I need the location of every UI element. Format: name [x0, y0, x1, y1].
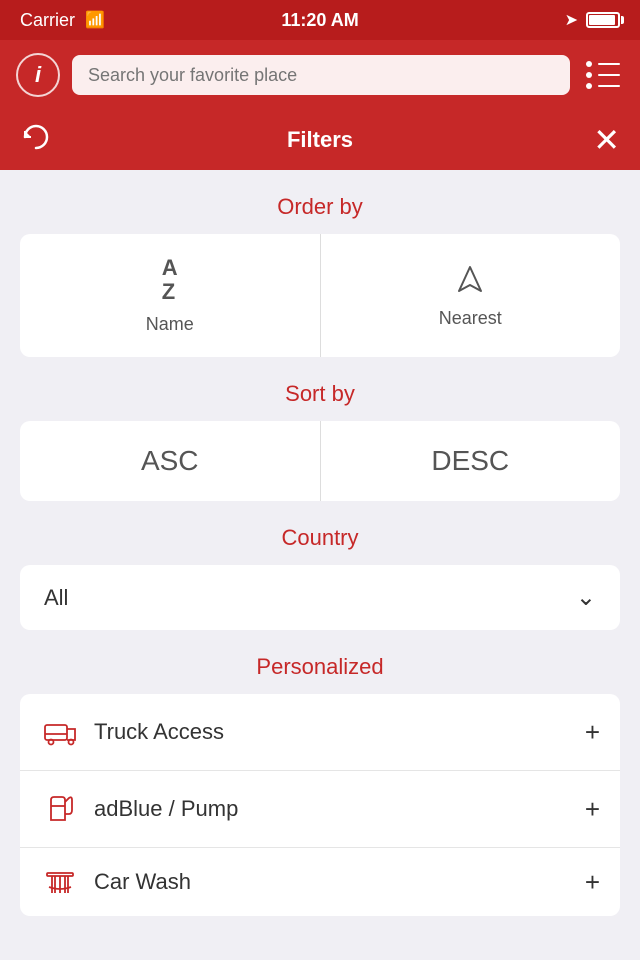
adblue-label: adBlue / Pump — [94, 796, 585, 822]
car-wash-add-icon[interactable]: + — [585, 867, 600, 898]
fuel-nozzle-icon — [40, 789, 80, 829]
status-bar: Carrier 📶 11:20 AM ➤ — [0, 0, 640, 40]
order-options: A Z Name Nearest — [20, 234, 620, 357]
az-icon: A Z — [162, 256, 178, 304]
status-right: ➤ — [565, 10, 620, 30]
filters-bar: Filters ✕ — [0, 110, 640, 170]
sort-option-desc[interactable]: DESC — [321, 421, 621, 501]
country-label: Country — [0, 525, 640, 551]
header: i — [0, 40, 640, 110]
car-wash-icon — [40, 862, 80, 902]
country-selector[interactable]: All ⌄ — [20, 565, 620, 630]
car-wash-label: Car Wash — [94, 869, 585, 895]
close-icon[interactable]: ✕ — [593, 124, 620, 156]
filters-title: Filters — [287, 127, 353, 153]
sort-options: ASC DESC — [20, 421, 620, 501]
carrier-label: Carrier — [20, 10, 75, 31]
country-value: All — [44, 585, 68, 611]
status-left: Carrier 📶 — [20, 10, 105, 31]
country-card: All ⌄ — [20, 565, 620, 630]
refresh-icon[interactable] — [20, 121, 52, 160]
truck-access-add-icon[interactable]: + — [585, 717, 600, 748]
sort-by-card: ASC DESC — [20, 421, 620, 501]
menu-icon[interactable] — [582, 57, 624, 93]
order-option-nearest[interactable]: Nearest — [321, 234, 621, 357]
order-option-name[interactable]: A Z Name — [20, 234, 320, 357]
truck-access-label: Truck Access — [94, 719, 585, 745]
list-item-car-wash[interactable]: Car Wash + — [20, 848, 620, 916]
time-label: 11:20 AM — [281, 10, 358, 31]
truck-icon — [40, 712, 80, 752]
location-arrow-icon: ➤ — [565, 10, 578, 30]
info-icon[interactable]: i — [16, 53, 60, 97]
navigation-arrow-icon — [452, 262, 488, 298]
order-nearest-label: Nearest — [439, 308, 502, 329]
sort-by-label: Sort by — [0, 381, 640, 407]
order-name-label: Name — [146, 314, 194, 335]
search-input[interactable] — [72, 55, 570, 95]
list-item-truck-access[interactable]: Truck Access + — [20, 694, 620, 771]
list-item-adblue[interactable]: adBlue / Pump + — [20, 771, 620, 848]
personalized-list: Truck Access + adBlue / Pump + — [20, 694, 620, 916]
order-by-card: A Z Name Nearest — [20, 234, 620, 357]
adblue-add-icon[interactable]: + — [585, 794, 600, 825]
chevron-down-icon: ⌄ — [576, 583, 596, 612]
order-by-label: Order by — [0, 194, 640, 220]
personalized-label: Personalized — [0, 654, 640, 680]
sort-option-asc[interactable]: ASC — [20, 421, 320, 501]
wifi-icon: 📶 — [85, 10, 105, 30]
battery-icon — [586, 12, 620, 28]
content: Order by A Z Name Nearest — [0, 170, 640, 940]
